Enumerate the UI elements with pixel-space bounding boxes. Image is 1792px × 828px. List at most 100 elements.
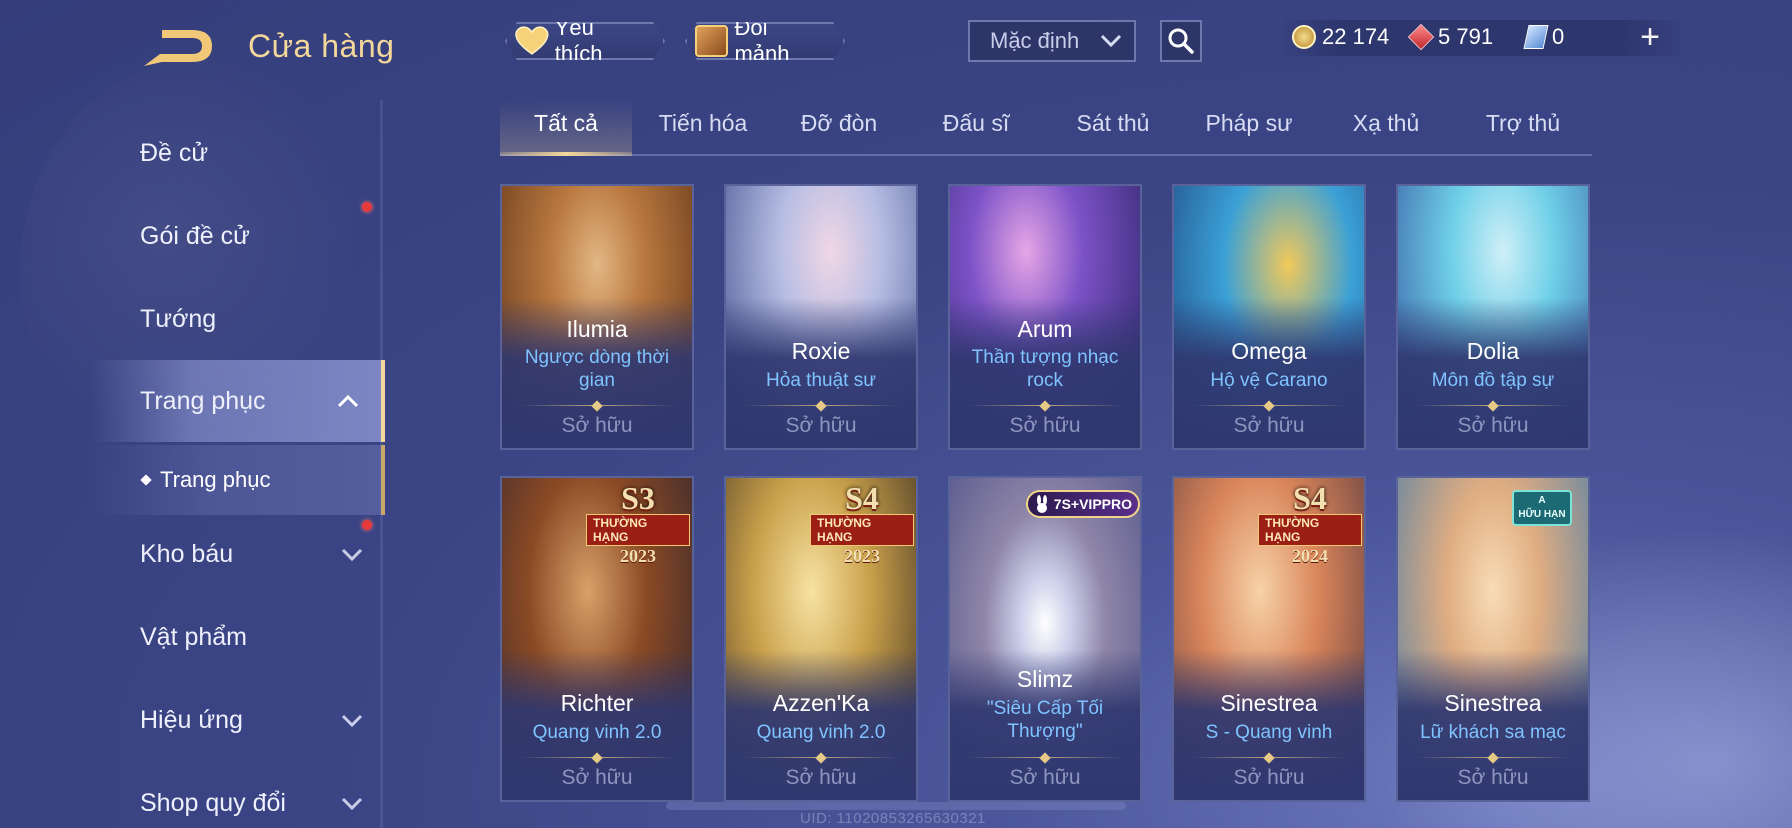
sidebar-item-exchange-shop[interactable]: Shop quy đổi: [90, 762, 385, 828]
sidebar-item-label: Gói đề cử: [140, 221, 250, 250]
hero-name: Omega: [1231, 338, 1307, 364]
tab-all[interactable]: Tất cả: [498, 110, 634, 137]
owned-status: Sở hữu: [1009, 414, 1081, 437]
ruby-amount: 5 791: [1438, 24, 1494, 49]
skin-card[interactable]: S3 THƯỜNG HẠNG 2023 Richter Quang vinh 2…: [500, 476, 694, 802]
skin-card[interactable]: Omega Hộ vệ Carano Sở hữu: [1172, 184, 1366, 450]
skin-name: S - Quang vinh: [1205, 722, 1333, 743]
owned-status: Sở hữu: [1457, 414, 1529, 437]
back-button[interactable]: [140, 28, 216, 68]
skin-card[interactable]: A HỮU HẠN Sinestrea Lữ khách sa mạc Sở h…: [1396, 476, 1590, 802]
owned-status: Sở hữu: [1457, 766, 1529, 789]
favorite-label: Yêu thích: [554, 15, 603, 66]
sidebar-item-label: Hiệu ứng: [140, 705, 243, 734]
grid-scrollbar[interactable]: [666, 802, 1126, 810]
tab-assassin[interactable]: Sát thủ: [1045, 110, 1181, 137]
skin-name: Hỏa thuật sư: [766, 370, 876, 391]
hero-name: Richter: [560, 690, 634, 716]
owned-status: Sở hữu: [785, 766, 857, 789]
sidebar-item-heroes[interactable]: Tướng: [90, 278, 385, 360]
sidebar-item-recommended[interactable]: Đề cử: [90, 112, 385, 194]
tab-support[interactable]: Trợ thủ: [1455, 110, 1591, 137]
chevron-up-icon: [337, 394, 359, 408]
owned-status: Sở hữu: [1009, 766, 1081, 789]
sort-selected: Mặc định: [990, 28, 1080, 53]
gold-coin-icon: [1292, 25, 1316, 49]
active-tab-underline: [500, 152, 632, 156]
sidebar-item-label: Trang phục: [140, 386, 266, 415]
limited-badge: A HỮU HẠN: [1512, 490, 1572, 526]
skin-name: Môn đồ tập sự: [1431, 370, 1555, 391]
ruby-currency: 5 791: [1407, 23, 1494, 51]
ruby-icon: [1407, 23, 1435, 51]
badge-season: S4: [1293, 480, 1327, 516]
chevron-down-icon: [341, 797, 363, 811]
skin-card[interactable]: 7S+VIPPRO Slimz "Siêu Cấp Tối Thượng" Sở…: [948, 476, 1142, 802]
sidebar-item-items[interactable]: Vật phẩm: [90, 596, 385, 678]
voucher-amount: 0: [1552, 24, 1565, 49]
chevron-down-icon: [341, 714, 363, 728]
exchange-label: Đổi mảnh: [734, 15, 790, 66]
badge-rank: THƯỜNG HẠNG: [586, 514, 690, 546]
badge-year: 2023: [620, 546, 656, 566]
limited-rank: A: [1538, 495, 1546, 506]
notification-dot: [362, 202, 372, 212]
sidebar-item-skins[interactable]: Trang phục: [90, 360, 385, 442]
owned-status: Sở hữu: [561, 766, 633, 789]
hero-name: Sinestrea: [1444, 690, 1542, 716]
vip-badge: 7S+VIPPRO: [1025, 490, 1140, 518]
skin-card[interactable]: Roxie Hỏa thuật sư Sở hữu: [724, 184, 918, 450]
skin-name: Lữ khách sa mạc: [1420, 722, 1566, 743]
tab-fighter[interactable]: Đấu sĩ: [908, 110, 1044, 137]
chest-icon: [695, 25, 728, 57]
skin-card[interactable]: Ilumia Ngược dòng thời gian Sở hữu: [500, 184, 694, 450]
tab-tank[interactable]: Đỡ đòn: [771, 110, 907, 137]
role-tabs: Tất cả Tiến hóa Đỡ đòn Đấu sĩ Sát thủ Ph…: [500, 100, 1592, 156]
gold-amount: 22 174: [1322, 24, 1390, 49]
hero-name: Ilumia: [566, 316, 628, 342]
tab-mage[interactable]: Pháp sư: [1181, 110, 1317, 137]
badge-rank: THƯỜNG HẠNG: [810, 514, 914, 546]
exchange-fragments-button[interactable]: Đổi mảnh: [685, 22, 845, 60]
badge-season: S4: [845, 480, 879, 516]
search-button[interactable]: [1160, 20, 1202, 62]
badge-year: 2024: [1292, 546, 1328, 566]
tabs-baseline: [500, 154, 1592, 156]
skin-name: Ngược dòng thời gian: [524, 347, 670, 391]
badge-season: S3: [621, 480, 655, 516]
sidebar-item-label: Vật phẩm: [140, 622, 248, 651]
skin-name: Thần tượng nhạc rock: [971, 347, 1119, 391]
sidebar-item-effects[interactable]: Hiệu ứng: [90, 679, 385, 761]
skin-card[interactable]: S4 THƯỜNG HẠNG 2024 Sinestrea S - Quang …: [1172, 476, 1366, 802]
search-icon: [1168, 28, 1194, 54]
rank-badge: S3 THƯỜNG HẠNG 2023: [586, 480, 690, 566]
skin-card[interactable]: Dolia Môn đồ tập sự Sở hữu: [1396, 184, 1590, 450]
heart-icon: [515, 26, 549, 56]
skin-name: Quang vinh 2.0: [756, 722, 886, 743]
skin-card[interactable]: S4 THƯỜNG HẠNG 2023 Azzen'Ka Quang vinh …: [724, 476, 918, 802]
sidebar-subitem-skins[interactable]: Trang phục: [90, 445, 385, 515]
voucher-currency: 0: [1523, 24, 1565, 50]
hero-name: Sinestrea: [1220, 690, 1318, 716]
diamond-bullet-icon: [140, 474, 152, 486]
sidebar-subitem-label: Trang phục: [160, 467, 271, 492]
sidebar-item-treasure[interactable]: Kho báu: [90, 513, 385, 595]
tab-marksman[interactable]: Xạ thủ: [1318, 110, 1454, 137]
tab-evolution[interactable]: Tiến hóa: [635, 110, 771, 137]
skin-card[interactable]: Arum Thần tượng nhạc rock Sở hữu: [948, 184, 1142, 450]
sidebar-item-recommended-packs[interactable]: Gói đề cử: [90, 195, 385, 277]
add-currency-button[interactable]: +: [1634, 20, 1666, 56]
owned-status: Sở hữu: [1233, 414, 1305, 437]
hero-name: Roxie: [791, 338, 851, 364]
owned-status: Sở hữu: [1233, 766, 1305, 789]
voucher-icon: [1523, 25, 1549, 49]
hero-name: Azzen'Ka: [772, 690, 870, 716]
skin-name: Hộ vệ Carano: [1210, 370, 1328, 391]
sidebar: Đề cử Gói đề cử Tướng Trang phục Trang p…: [90, 100, 385, 828]
page-title: Cửa hàng: [248, 28, 395, 64]
favorite-button[interactable]: Yêu thích: [505, 22, 665, 60]
hero-name: Arum: [1017, 316, 1073, 342]
sort-select[interactable]: Mặc định: [968, 20, 1136, 62]
rank-badge: S4 THƯỜNG HẠNG 2024: [1258, 480, 1362, 566]
notification-dot: [362, 520, 372, 530]
